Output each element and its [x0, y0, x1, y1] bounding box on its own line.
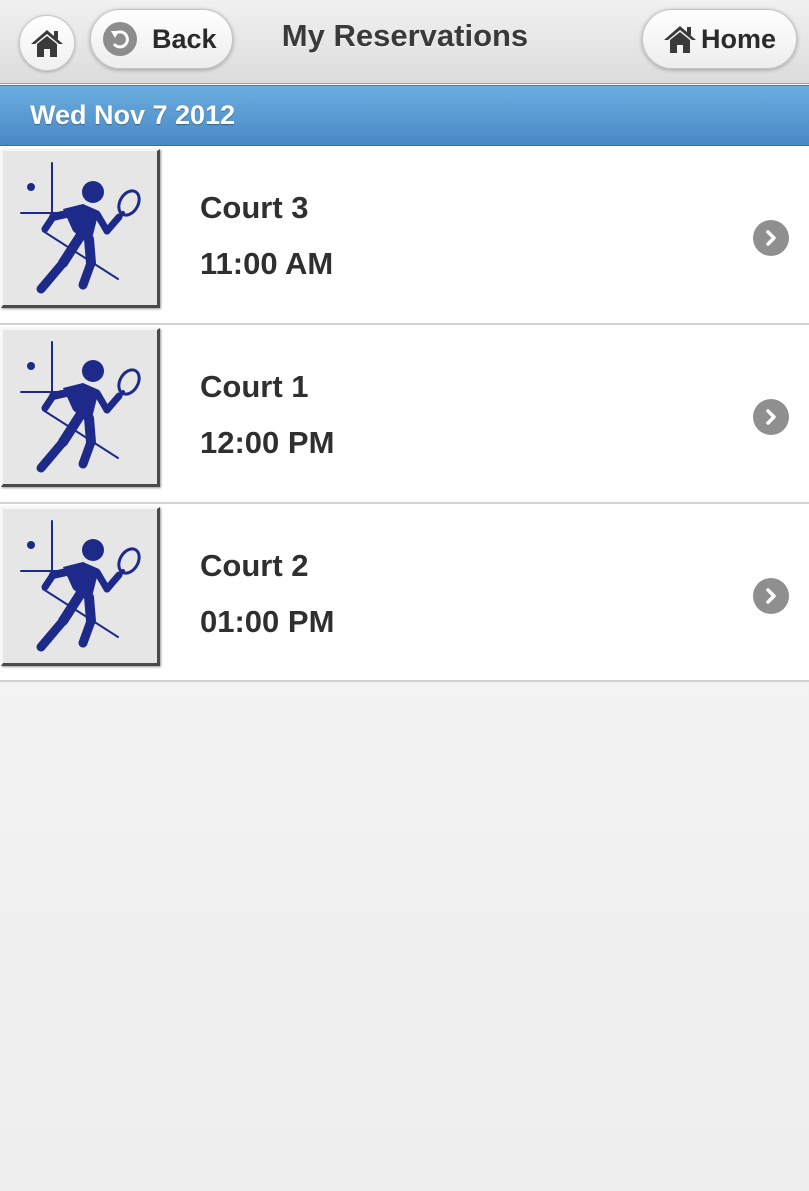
chevron-right-icon	[753, 220, 789, 256]
home-button-label: Home	[701, 23, 777, 54]
back-button-label: Back	[152, 23, 217, 54]
home-icon	[664, 26, 696, 53]
home-button[interactable]: Home	[642, 9, 797, 69]
home-round-button[interactable]	[19, 15, 75, 71]
reservation-time: 11:00 AM	[200, 246, 334, 281]
page: Back My Reservations Home Wed Nov 7 2012	[0, 0, 809, 1191]
date-divider: Wed Nov 7 2012	[0, 85, 809, 146]
chevron-right-icon	[753, 399, 789, 435]
reservation-time: 12:00 PM	[200, 425, 335, 460]
list-item[interactable]: Court 1 12:00 PM	[0, 325, 809, 504]
home-icon	[31, 30, 63, 57]
racquetball-player-icon	[1, 507, 160, 666]
court-name: Court 3	[200, 190, 309, 225]
date-label: Wed Nov 7 2012	[30, 100, 236, 130]
court-name: Court 2	[200, 548, 309, 583]
page-title: My Reservations	[281, 18, 529, 53]
court-name: Court 1	[200, 369, 309, 404]
back-arrow-icon	[103, 22, 137, 56]
racquetball-player-icon	[1, 328, 160, 487]
reservation-time: 01:00 PM	[200, 604, 335, 639]
racquetball-player-icon	[1, 149, 160, 308]
reservation-list: Court 3 11:00 AM Court 1 12:00 PM Court …	[0, 146, 809, 682]
header-bar: Back My Reservations Home	[0, 0, 809, 84]
back-button[interactable]: Back	[90, 9, 233, 69]
chevron-right-icon	[753, 578, 789, 614]
list-item[interactable]: Court 3 11:00 AM	[0, 146, 809, 325]
list-item[interactable]: Court 2 01:00 PM	[0, 504, 809, 682]
